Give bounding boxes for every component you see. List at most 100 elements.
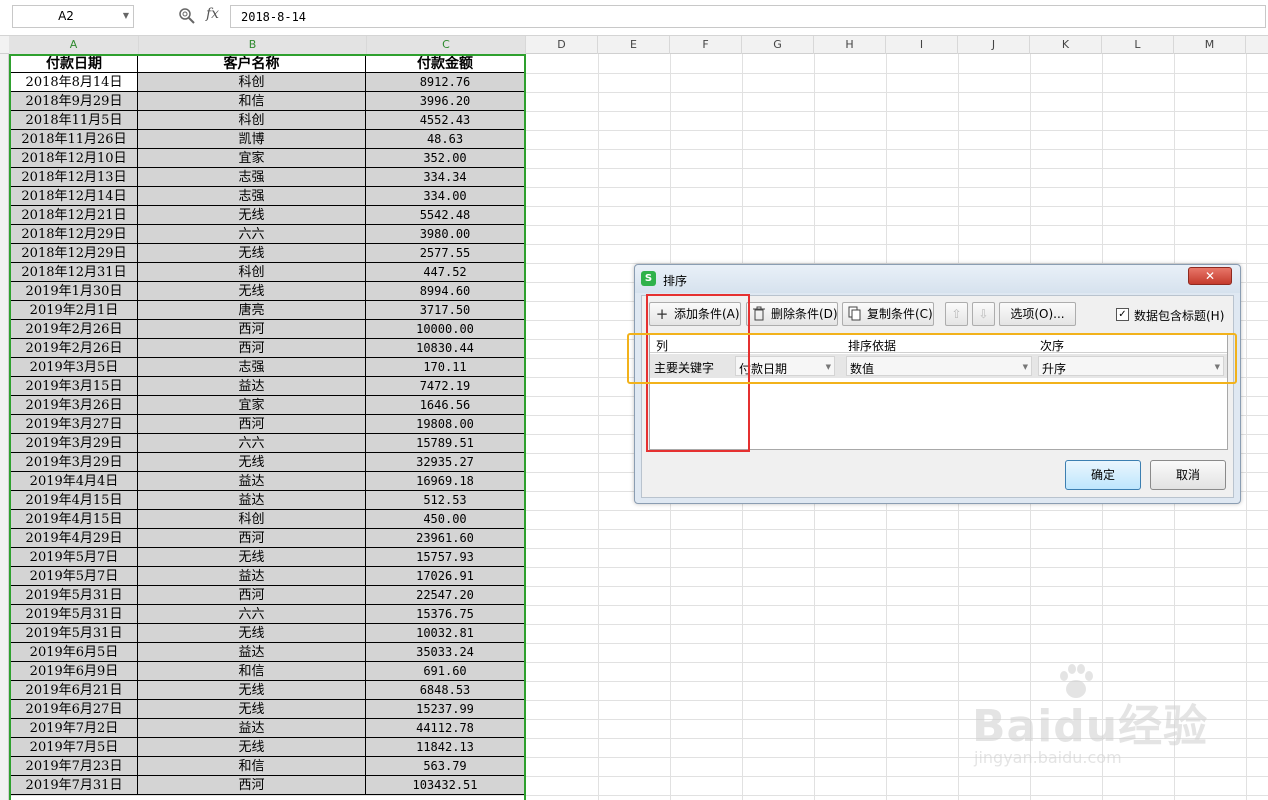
date-cell[interactable]: 2019年7月23日 — [10, 757, 138, 776]
customer-cell[interactable]: 无线 — [138, 206, 366, 225]
column-header-j[interactable]: J — [958, 36, 1030, 54]
customer-cell[interactable]: 西河 — [138, 320, 366, 339]
customer-cell[interactable]: 宜家 — [138, 396, 366, 415]
date-cell[interactable]: 2019年3月29日 — [10, 453, 138, 472]
customer-cell[interactable]: 益达 — [138, 491, 366, 510]
customer-cell[interactable]: 科创 — [138, 510, 366, 529]
date-cell[interactable]: 2019年5月31日 — [10, 605, 138, 624]
amount-cell[interactable]: 15376.75 — [366, 605, 525, 624]
customer-cell[interactable]: 西河 — [138, 415, 366, 434]
date-cell[interactable]: 2019年1月30日 — [10, 282, 138, 301]
checkbox-checked-icon[interactable]: ✓ — [1116, 308, 1129, 321]
customer-cell[interactable]: 西河 — [138, 586, 366, 605]
amount-cell[interactable]: 16969.18 — [366, 472, 525, 491]
column-header-d[interactable]: D — [526, 36, 598, 54]
amount-cell[interactable]: 17026.91 — [366, 567, 525, 586]
amount-cell[interactable]: 44112.78 — [366, 719, 525, 738]
customer-cell[interactable]: 无线 — [138, 681, 366, 700]
customer-cell[interactable]: 科创 — [138, 73, 366, 92]
fx-icon[interactable]: fx — [206, 6, 219, 22]
header-cell-date[interactable]: 付款日期 — [10, 54, 138, 73]
amount-cell[interactable]: 11842.13 — [366, 738, 525, 757]
dialog-title-bar[interactable]: S 排序 ✕ — [635, 265, 1240, 293]
customer-cell[interactable]: 无线 — [138, 282, 366, 301]
amount-cell[interactable]: 4552.43 — [366, 111, 525, 130]
column-header-c[interactable]: C — [367, 36, 526, 54]
date-cell[interactable]: 2019年2月26日 — [10, 320, 138, 339]
column-header-i[interactable]: I — [886, 36, 958, 54]
column-select[interactable]: 付款日期 ▼ — [735, 356, 835, 376]
customer-cell[interactable]: 唐亮 — [138, 301, 366, 320]
customer-cell[interactable]: 益达 — [138, 377, 366, 396]
close-button[interactable]: ✕ — [1188, 267, 1232, 285]
amount-cell[interactable]: 23961.60 — [366, 529, 525, 548]
date-cell[interactable]: 2019年2月1日 — [10, 301, 138, 320]
amount-cell[interactable]: 563.79 — [366, 757, 525, 776]
amount-cell[interactable]: 15237.99 — [366, 700, 525, 719]
copy-condition-button[interactable]: 复制条件(C) — [842, 302, 934, 326]
amount-cell[interactable]: 512.53 — [366, 491, 525, 510]
customer-cell[interactable]: 宜家 — [138, 149, 366, 168]
amount-cell[interactable]: 48.63 — [366, 130, 525, 149]
amount-cell[interactable]: 3996.20 — [366, 92, 525, 111]
add-condition-button[interactable]: + 添加条件(A) — [649, 302, 741, 326]
date-cell[interactable]: 2019年7月5日 — [10, 738, 138, 757]
amount-cell[interactable]: 15789.51 — [366, 434, 525, 453]
amount-cell[interactable]: 170.11 — [366, 358, 525, 377]
amount-cell[interactable]: 6848.53 — [366, 681, 525, 700]
amount-cell[interactable]: 3980.00 — [366, 225, 525, 244]
customer-cell[interactable]: 无线 — [138, 548, 366, 567]
customer-cell[interactable]: 科创 — [138, 111, 366, 130]
date-cell[interactable]: 2019年3月29日 — [10, 434, 138, 453]
date-cell[interactable]: 2019年3月15日 — [10, 377, 138, 396]
customer-cell[interactable]: 和信 — [138, 757, 366, 776]
date-cell[interactable]: 2018年12月21日 — [10, 206, 138, 225]
amount-cell[interactable]: 1646.56 — [366, 396, 525, 415]
delete-condition-button[interactable]: 删除条件(D) — [746, 302, 838, 326]
customer-cell[interactable]: 西河 — [138, 339, 366, 358]
date-cell[interactable]: 2018年12月29日 — [10, 225, 138, 244]
date-cell[interactable]: 2019年6月27日 — [10, 700, 138, 719]
customer-cell[interactable]: 和信 — [138, 662, 366, 681]
customer-cell[interactable]: 和信 — [138, 92, 366, 111]
amount-cell[interactable]: 103432.51 — [366, 776, 525, 795]
customer-cell[interactable]: 无线 — [138, 453, 366, 472]
date-cell[interactable]: 2018年12月31日 — [10, 263, 138, 282]
formula-input[interactable]: 2018-8-14 — [230, 5, 1266, 28]
amount-cell[interactable]: 10000.00 — [366, 320, 525, 339]
amount-cell[interactable]: 334.34 — [366, 168, 525, 187]
options-button[interactable]: 选项(O)... — [999, 302, 1076, 326]
header-cell-amount[interactable]: 付款金额 — [366, 54, 525, 73]
date-cell[interactable]: 2019年7月31日 — [10, 776, 138, 795]
column-header-h[interactable]: H — [814, 36, 886, 54]
date-cell[interactable]: 2018年12月29日 — [10, 244, 138, 263]
amount-cell[interactable]: 447.52 — [366, 263, 525, 282]
date-cell[interactable]: 2019年3月27日 — [10, 415, 138, 434]
customer-cell[interactable]: 志强 — [138, 358, 366, 377]
name-box[interactable]: A2 ▼ — [12, 5, 134, 28]
date-cell[interactable]: 2019年6月9日 — [10, 662, 138, 681]
customer-cell[interactable]: 科创 — [138, 263, 366, 282]
cancel-button[interactable]: 取消 — [1150, 460, 1226, 490]
customer-cell[interactable]: 益达 — [138, 472, 366, 491]
date-cell[interactable]: 2019年7月2日 — [10, 719, 138, 738]
move-down-button[interactable]: ⇩ — [972, 302, 995, 326]
amount-cell[interactable]: 3717.50 — [366, 301, 525, 320]
move-up-button[interactable]: ⇧ — [945, 302, 968, 326]
header-cell-customer[interactable]: 客户名称 — [138, 54, 366, 73]
chevron-down-icon[interactable]: ▼ — [123, 11, 129, 20]
column-header-a[interactable]: A — [9, 36, 139, 54]
column-header-e[interactable]: E — [598, 36, 670, 54]
column-header-k[interactable]: K — [1030, 36, 1102, 54]
amount-cell[interactable]: 334.00 — [366, 187, 525, 206]
customer-cell[interactable]: 无线 — [138, 738, 366, 757]
column-header-b[interactable]: B — [139, 36, 367, 54]
amount-cell[interactable]: 8994.60 — [366, 282, 525, 301]
customer-cell[interactable]: 六六 — [138, 225, 366, 244]
column-header-m[interactable]: M — [1174, 36, 1246, 54]
date-cell[interactable]: 2018年12月13日 — [10, 168, 138, 187]
column-header-g[interactable]: G — [742, 36, 814, 54]
amount-cell[interactable]: 7472.19 — [366, 377, 525, 396]
date-cell[interactable]: 2018年11月26日 — [10, 130, 138, 149]
customer-cell[interactable]: 西河 — [138, 776, 366, 795]
